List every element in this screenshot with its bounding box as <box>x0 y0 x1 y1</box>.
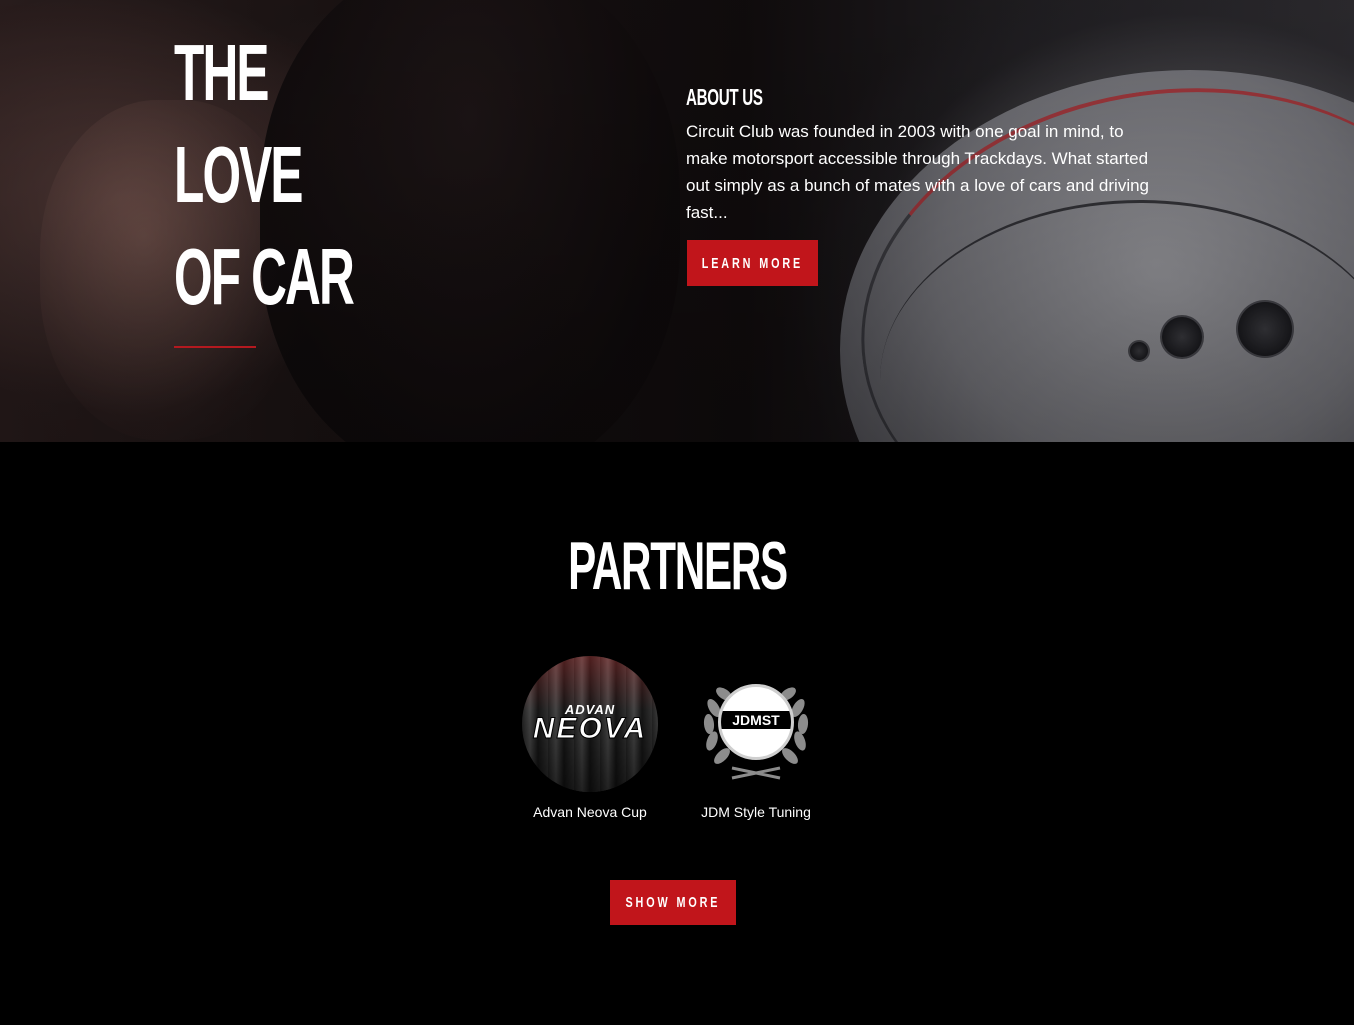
hero-accent-rule <box>174 346 256 348</box>
about-text: Circuit Club was founded in 2003 with on… <box>686 122 1150 222</box>
hero-section: THE LOVE OF CAR ABOUT US Circuit Club wa… <box>0 0 1354 442</box>
hero-title-line-1: THE <box>174 28 269 117</box>
partners-heading-text: PARTNERS <box>567 528 788 604</box>
jdm-badge: JDMST <box>718 684 794 760</box>
partner-card-jdm[interactable]: JDMST JDM Style Tuning <box>671 656 841 820</box>
jdm-logo-text: JDMST <box>721 711 791 729</box>
hero-title: THE LOVE OF CAR <box>174 22 355 328</box>
advan-neova-logo[interactable]: ADVAN NEOVA <box>522 656 658 792</box>
hero-title-line-3: OF CAR <box>174 232 355 321</box>
show-more-label: SHOW MORE <box>625 894 721 911</box>
partners-heading: PARTNERS <box>0 530 1354 602</box>
learn-more-label: LEARN MORE <box>701 254 804 272</box>
hero-title-line-2: LOVE <box>174 130 303 219</box>
partner-name[interactable]: JDM Style Tuning <box>671 804 841 820</box>
advan-logo-big-text: NEOVA <box>532 712 648 746</box>
partner-card-advan[interactable]: ADVAN NEOVA Advan Neova Cup <box>505 656 675 820</box>
partner-name[interactable]: Advan Neova Cup <box>505 804 675 820</box>
jdm-style-tuning-logo[interactable]: JDMST <box>688 656 824 792</box>
learn-more-button[interactable]: LEARN MORE <box>687 240 818 286</box>
show-more-button[interactable]: SHOW MORE <box>610 880 736 925</box>
about-heading: ABOUT US <box>686 84 763 110</box>
